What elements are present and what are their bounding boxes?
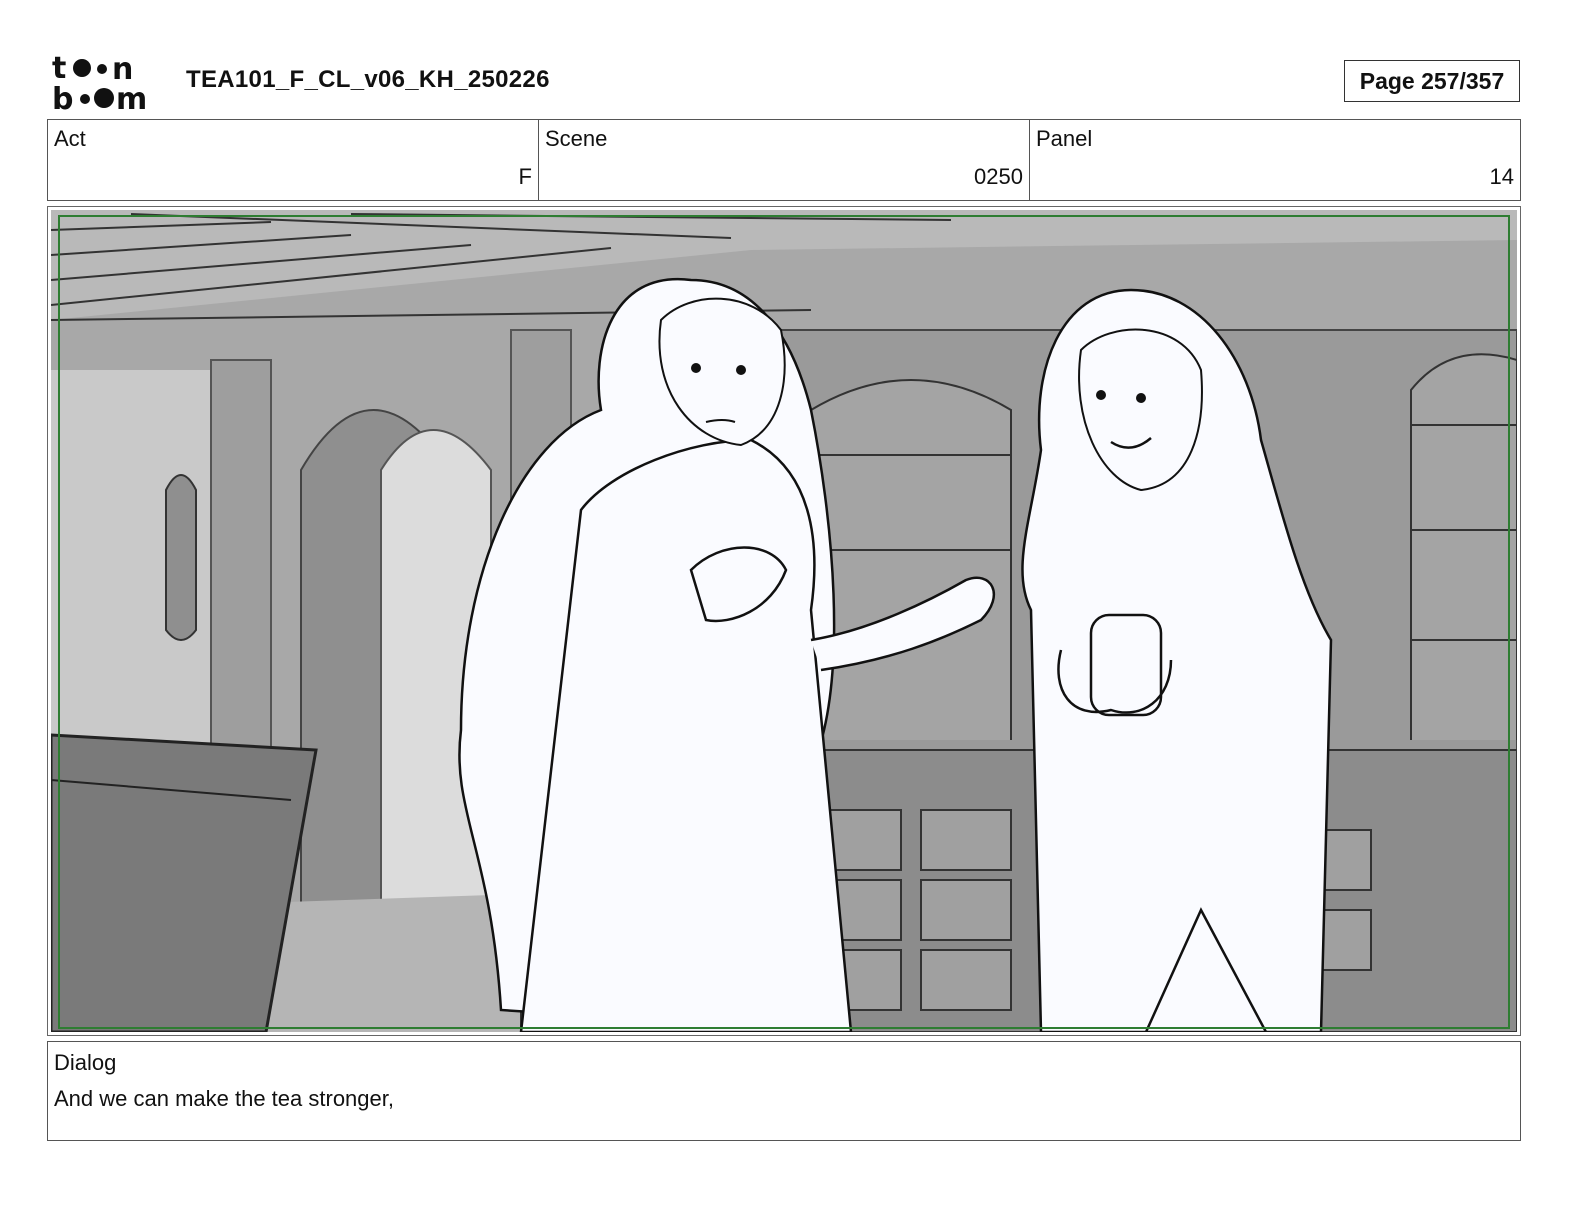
panel-info-row: Act F Scene 0250 Panel 14	[47, 119, 1521, 201]
storyboard-panel-frame	[47, 206, 1521, 1036]
panel-cell: Panel 14	[1030, 120, 1520, 200]
dialog-text: And we can make the tea stronger,	[54, 1086, 394, 1111]
act-label: Act	[54, 126, 86, 151]
svg-text:t: t	[52, 52, 66, 86]
toon-boom-logo: t n b m	[52, 52, 147, 112]
panel-value: 14	[1489, 164, 1514, 189]
dialog-label: Dialog	[54, 1050, 117, 1075]
scene-value: 0250	[974, 164, 1023, 189]
scene-cell: Scene 0250	[539, 120, 1030, 200]
scene-label: Scene	[545, 126, 608, 151]
document-title: TEA101_F_CL_v06_KH_250226	[186, 66, 550, 93]
page-indicator: Page 257/357	[1344, 60, 1520, 102]
act-cell: Act F	[48, 120, 539, 200]
svg-text:b: b	[52, 82, 73, 112]
storyboard-drawing	[51, 210, 1517, 1032]
dialog-box: Dialog And we can make the tea stronger,	[47, 1041, 1521, 1141]
svg-text:m: m	[116, 82, 147, 112]
act-value: F	[518, 164, 532, 189]
panel-label: Panel	[1036, 126, 1093, 151]
